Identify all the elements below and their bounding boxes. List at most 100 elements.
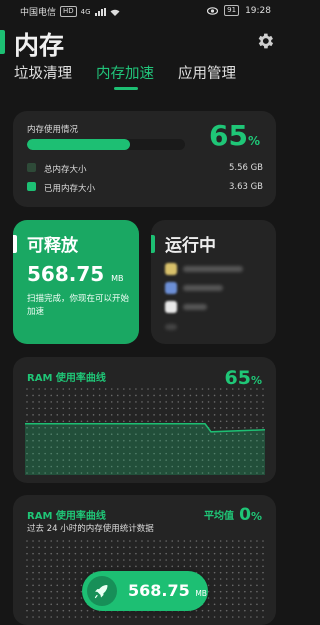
grid-dot: [56, 609, 59, 612]
grid-dot: [50, 597, 53, 599]
grid-dot: [50, 552, 53, 555]
grid-dot: [56, 546, 59, 549]
grid-dot: [62, 609, 65, 612]
grid-dot: [225, 388, 228, 390]
grid-dot: [207, 559, 210, 561]
grid-dot: [250, 565, 252, 568]
grid-dot: [159, 414, 161, 416]
grid-dot: [219, 590, 222, 593]
grid-dot: [110, 540, 113, 542]
grid-dot: [207, 609, 210, 612]
grid-dot: [237, 394, 240, 397]
grid-dot: [201, 401, 204, 403]
grid-dot: [141, 420, 143, 423]
grid-dot: [183, 401, 186, 403]
grid-dot: [153, 414, 155, 416]
running-accent-bar: [151, 235, 155, 253]
grid-dot: [262, 407, 264, 410]
grid-dot: [135, 401, 137, 403]
grid-dot: [26, 565, 28, 568]
grid-dot: [38, 546, 40, 549]
grid-dot: [201, 407, 204, 410]
grid-dot: [262, 565, 264, 568]
grid-dot: [225, 565, 228, 568]
grid-dot: [74, 590, 77, 593]
grid-dot: [62, 414, 65, 416]
grid-dot: [195, 559, 198, 561]
grid-dot: [231, 590, 234, 593]
grid-dot: [32, 597, 34, 599]
grid-dot: [177, 565, 180, 568]
grid-dot: [213, 540, 216, 542]
memory-usage-label: 内存使用情况: [27, 125, 79, 135]
grid-dot: [250, 590, 252, 593]
grid-dot: [86, 540, 89, 542]
average-label: 平均值: [204, 511, 234, 522]
grid-dot: [171, 388, 174, 390]
grid-dot: [26, 420, 28, 423]
grid-dot: [159, 565, 161, 568]
grid-dot: [68, 546, 71, 549]
grid-dot: [244, 597, 246, 599]
grid-dot: [38, 540, 40, 542]
grid-dot: [153, 401, 155, 403]
grid-dot: [231, 552, 234, 555]
grid-dot: [183, 540, 186, 542]
grid-dot: [38, 565, 40, 568]
grid-dot: [129, 540, 131, 542]
grid-dot: [38, 597, 40, 599]
grid-dot: [262, 420, 264, 423]
grid-dot: [244, 565, 246, 568]
tab-app-manage[interactable]: 应用管理: [178, 64, 236, 88]
grid-dot: [74, 407, 77, 410]
grid-dot: [44, 616, 46, 618]
grid-dot: [189, 401, 192, 403]
grid-dot: [50, 540, 53, 542]
tab-junk-clean[interactable]: 垃圾清理: [14, 64, 72, 88]
status-bar: 中国电信 HD 4G 91 19:28: [0, 0, 289, 20]
grid-dot: [256, 407, 258, 410]
running-card[interactable]: 运行中: [151, 220, 276, 344]
grid-dot: [231, 388, 234, 390]
grid-dot: [50, 590, 53, 593]
grid-dot: [219, 603, 222, 606]
grid-dot: [219, 565, 222, 568]
grid-dot: [177, 388, 180, 390]
releasable-card[interactable]: 可释放 568.75 MB 扫描完成，你现在可以开始加速: [13, 220, 139, 344]
grid-dot: [26, 603, 28, 606]
grid-dot: [26, 407, 28, 410]
grid-dot: [68, 414, 71, 416]
grid-dot: [177, 401, 180, 403]
rocket-icon: [87, 576, 117, 606]
grid-dot: [92, 546, 95, 549]
grid-dot: [207, 546, 210, 549]
grid-dot: [219, 578, 222, 580]
grid-dot: [250, 559, 252, 561]
grid-dot: [44, 420, 46, 423]
grid-dot: [147, 394, 149, 397]
grid-dot: [62, 401, 65, 403]
grid-dot: [256, 597, 258, 599]
grid-dot: [98, 401, 101, 403]
grid-dot: [171, 616, 174, 618]
tab-memory-boost[interactable]: 内存加速: [96, 64, 154, 90]
grid-dot: [98, 414, 101, 416]
grid-dot: [165, 540, 167, 542]
grid-dot: [50, 616, 53, 618]
grid-dot: [123, 540, 125, 542]
grid-dot: [74, 584, 77, 587]
grid-dot: [38, 407, 40, 410]
grid-dot: [68, 559, 71, 561]
grid-dot: [74, 571, 77, 574]
grid-dot: [201, 546, 204, 549]
grid-dot: [262, 597, 264, 599]
grid-dot: [86, 546, 89, 549]
grid-dot: [207, 597, 210, 599]
grid-dot: [104, 407, 107, 410]
grid-dot: [171, 401, 174, 403]
grid-dot: [165, 394, 167, 397]
boost-button[interactable]: 568.75 MB: [82, 571, 208, 611]
gear-icon[interactable]: [255, 31, 275, 51]
grid-dot: [32, 540, 34, 542]
grid-dot: [123, 559, 125, 561]
